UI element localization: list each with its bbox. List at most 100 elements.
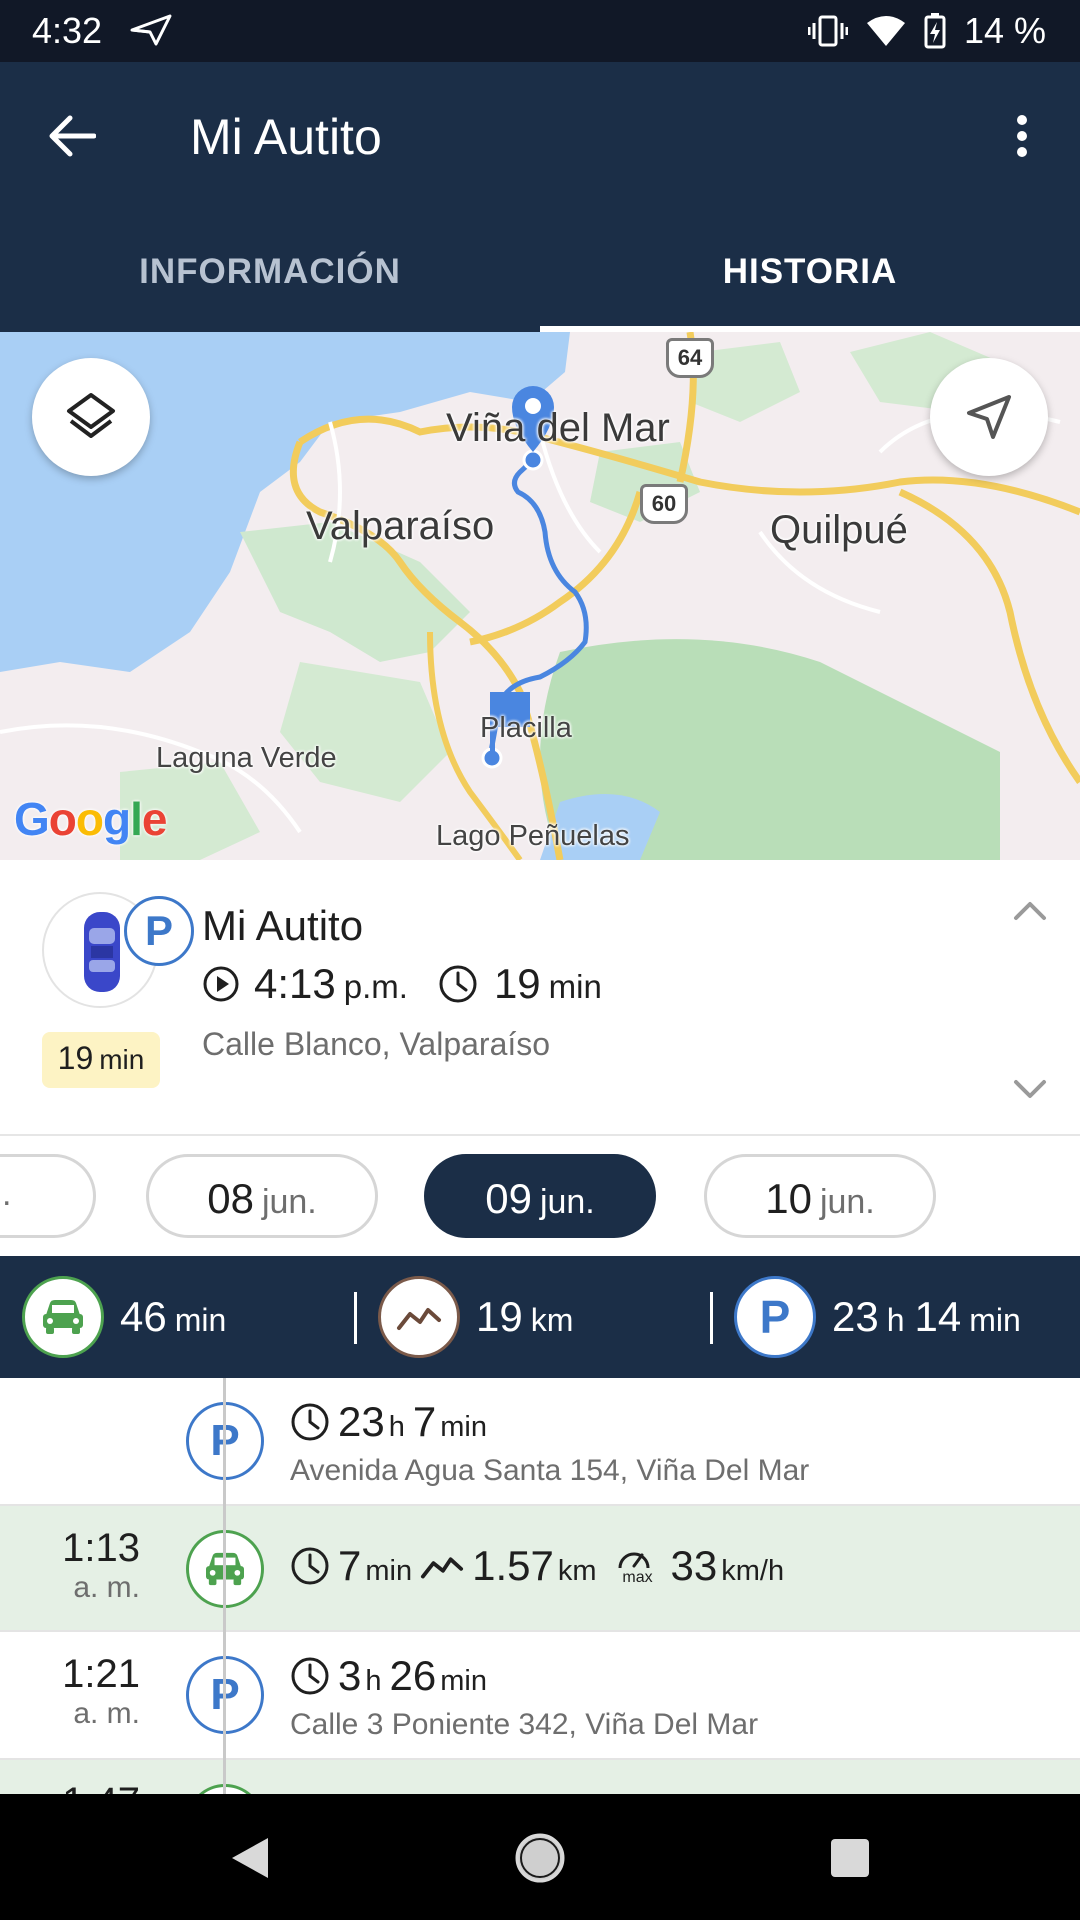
date-selector[interactable]: jun. 08 jun. 09 jun. 10 jun. <box>0 1136 1080 1256</box>
summary-address: Calle Blanco, Valparaíso <box>202 1026 551 1062</box>
date-month: jun. <box>539 1183 595 1221</box>
circle-home-icon <box>515 1833 565 1883</box>
map-layers-button[interactable] <box>32 358 150 476</box>
stat-park-min-unit: min <box>969 1302 1021 1338</box>
trip-duration: 19 <box>493 960 541 1007</box>
map-label-laguna-verde: Laguna Verde <box>156 742 337 774</box>
map-label-vina: Viña del Mar <box>446 406 670 450</box>
parking-badge-icon: P <box>124 896 194 966</box>
duration-h-unit: h <box>388 1411 405 1443</box>
back-button[interactable] <box>40 104 104 168</box>
parking-duration: 3 h 26 min <box>290 1652 495 1700</box>
row-time: 1:13 a. m. <box>0 1526 140 1605</box>
vibrate-icon <box>807 15 848 47</box>
duration-min-unit: min <box>440 1665 487 1697</box>
duration-hours: 3 <box>338 1652 362 1699</box>
duration-min-unit: min <box>440 1411 487 1443</box>
clock-icon <box>291 1403 329 1441</box>
trend-line-icon <box>421 1557 464 1579</box>
stat-drive-unit: min <box>174 1302 227 1338</box>
stats-divider <box>354 1292 357 1344</box>
system-nav-bar <box>0 1794 1080 1920</box>
navigation-arrow-icon <box>967 395 1011 439</box>
start-ampm: p.m. <box>343 968 408 1005</box>
timeline-row-parking[interactable]: 1:21 a. m. P 3 h 26 min Calle 3 Poniente… <box>0 1632 1080 1760</box>
summary-time-row: 4:13 p.m. 19 min <box>202 960 602 1008</box>
parking-duration: 23 h 7 min <box>290 1398 495 1446</box>
clock-icon <box>439 965 477 1003</box>
stat-park-mins: 14 <box>914 1293 962 1340</box>
duration-chip-unit: min <box>99 1044 145 1075</box>
google-logo: Google <box>14 793 167 845</box>
duration-h-unit: h <box>365 1665 382 1697</box>
speedometer-icon: max <box>617 1546 659 1586</box>
square-recents-icon <box>831 1839 869 1877</box>
page-title: Mi Autito <box>190 109 382 165</box>
overflow-menu-button[interactable] <box>990 104 1054 168</box>
drive-distance-unit: km <box>557 1555 597 1587</box>
status-time: 4:32 <box>32 10 103 51</box>
duration-hours: 23 <box>338 1398 385 1445</box>
route-map[interactable]: Viña del Mar Valparaíso Quilpué Placilla… <box>0 332 1080 860</box>
date-day: 09 <box>485 1175 532 1222</box>
car-icon <box>43 1300 83 1334</box>
nav-home-button[interactable] <box>512 1830 568 1886</box>
time-ampm: a. m. <box>73 1697 140 1730</box>
car-stat-badge <box>22 1276 104 1358</box>
date-month: jun. <box>261 1183 317 1221</box>
parking-stat-badge: P <box>734 1276 816 1358</box>
tab-historia[interactable]: HISTORIA <box>540 250 1080 332</box>
summary-title: Mi Autito <box>202 902 364 949</box>
battery-percent: 14 % <box>963 10 1046 51</box>
tab-bar: INFORMACIÓN HISTORIA <box>0 250 1080 332</box>
trip-summary-card[interactable]: P 19 min Mi Autito 4:13 p.m. 19 min Call… <box>0 860 1080 1136</box>
timeline-connector <box>223 1378 226 1794</box>
timeline-row-drive[interactable]: 1:13 a. m. 7 min 1.57 km max 33 km/h <box>0 1506 1080 1632</box>
stat-distance: 19 km <box>378 1276 583 1358</box>
time-value: 1:21 <box>62 1652 140 1696</box>
row-time: 1:21 a. m. <box>0 1652 140 1731</box>
stat-distance-unit: km <box>530 1302 574 1338</box>
row-time: 1:47 <box>0 1780 140 1794</box>
timeline-row-drive[interactable]: 1:47 <box>0 1760 1080 1794</box>
drive-distance: 1.57 <box>472 1542 554 1589</box>
parking-address: Avenida Agua Santa 154, Viña Del Mar <box>290 1454 810 1487</box>
drive-min-unit: min <box>365 1555 413 1587</box>
layers-icon <box>67 393 115 438</box>
map-label-quilpue: Quilpué <box>770 508 908 552</box>
triangle-back-icon <box>232 1838 268 1878</box>
date-month: jun. <box>819 1183 875 1221</box>
chevron-down-icon[interactable] <box>1010 1074 1050 1104</box>
wifi-icon <box>866 16 905 46</box>
stat-park-hours: 23 <box>832 1293 879 1340</box>
time-ampm: a. m. <box>73 1571 140 1604</box>
drive-details: 7 min 1.57 km max 33 km/h <box>290 1542 792 1590</box>
drive-mins: 7 <box>338 1542 362 1589</box>
route-shield-64: 64 <box>666 338 714 378</box>
timeline-row-parking[interactable]: P 23 h 7 min Avenida Agua Santa 154, Viñ… <box>0 1378 1080 1506</box>
trend-line-icon <box>397 1308 441 1330</box>
daily-stats-bar: 46 min 19 km P 23 h 14 min <box>0 1256 1080 1378</box>
nav-recents-button[interactable] <box>822 1830 878 1886</box>
date-pill-10[interactable]: 10 jun. <box>704 1154 936 1238</box>
tab-informacion[interactable]: INFORMACIÓN <box>0 250 540 332</box>
duration-chip: 19 min <box>42 1032 160 1088</box>
stat-parking-time: P 23 h 14 min <box>734 1276 1031 1358</box>
chevron-up-icon[interactable] <box>1010 896 1050 926</box>
date-pill-09[interactable]: 09 jun. <box>424 1154 656 1238</box>
date-pill-prev[interactable]: jun. <box>0 1154 96 1238</box>
arrow-back-icon <box>49 115 96 157</box>
stat-drive-value: 46 <box>120 1293 167 1340</box>
start-time: 4:13 <box>254 960 336 1007</box>
my-location-button[interactable] <box>930 358 1048 476</box>
nav-back-button[interactable] <box>222 1830 278 1886</box>
drive-speed-unit: km/h <box>721 1555 785 1587</box>
duration-chip-value: 19 <box>57 1040 94 1076</box>
history-timeline: P 23 h 7 min Avenida Agua Santa 154, Viñ… <box>0 1378 1080 1794</box>
time-value: 1:47 <box>0 1780 140 1794</box>
max-label: max <box>622 1569 653 1586</box>
date-pill-08[interactable]: 08 jun. <box>146 1154 378 1238</box>
stat-drive-time: 46 min <box>22 1276 236 1358</box>
more-vert-icon <box>1017 115 1027 157</box>
stats-divider <box>710 1292 713 1344</box>
